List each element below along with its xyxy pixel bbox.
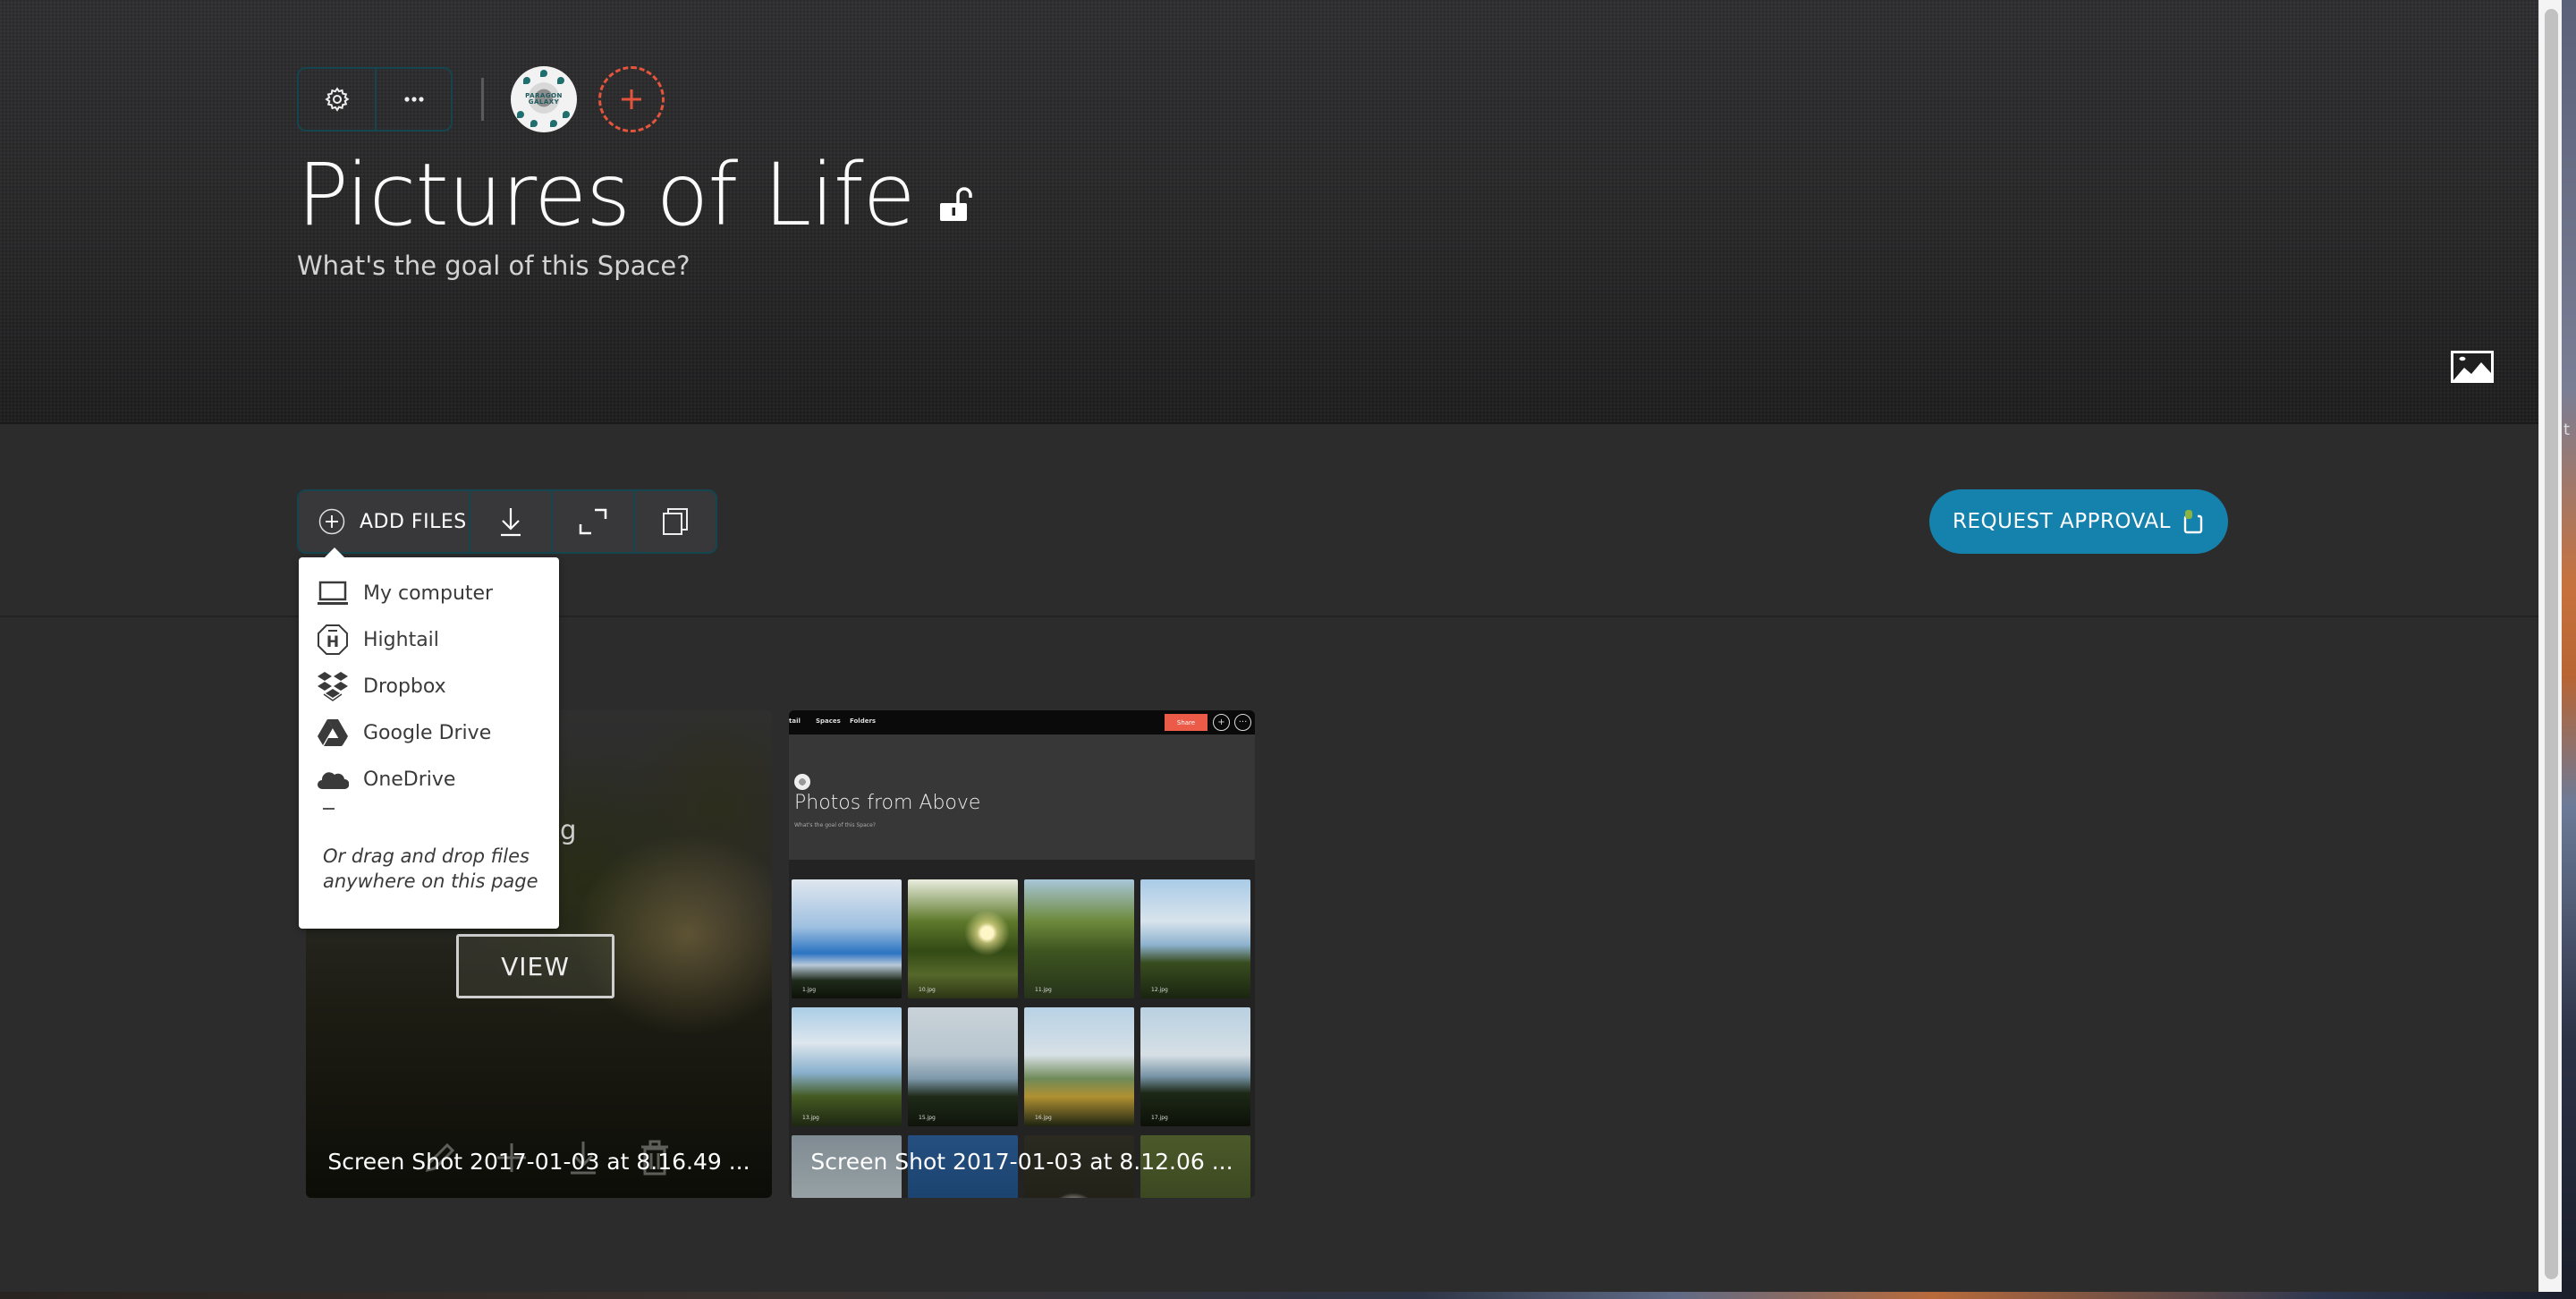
thumbnail-label: 16.jpg	[1035, 1115, 1052, 1121]
menu-item-google-drive[interactable]: Google Drive	[317, 715, 491, 751]
thumbnail-label: 13.jpg	[802, 1115, 819, 1121]
menu-item-hightail[interactable]: H Hightail	[317, 622, 439, 658]
card-hover-text: g	[560, 815, 577, 845]
plus-circle-icon	[318, 508, 345, 535]
thumbnail-label: 1.jpg	[802, 987, 817, 993]
dropbox-icon	[317, 670, 349, 702]
change-cover-image-button[interactable]	[2450, 350, 2495, 384]
avatar-decoration	[557, 77, 564, 84]
request-approval-label: REQUEST APPROVAL	[1953, 510, 2171, 533]
add-files-label: ADD FILES	[360, 510, 467, 533]
download-all-button[interactable]	[469, 491, 551, 552]
add-files-button[interactable]: ADD FILES	[299, 491, 469, 552]
download-icon	[501, 508, 521, 537]
preview-share-button: Share	[1165, 714, 1208, 731]
space-title[interactable]: Pictures of Life	[297, 146, 916, 244]
avatar-decoration	[523, 77, 530, 84]
menu-item-label: Google Drive	[363, 721, 492, 744]
gear-icon	[324, 87, 350, 112]
preview-plus-icon: +	[1213, 714, 1230, 731]
preview-header: Photos from Above What's the goal of thi…	[789, 734, 1255, 860]
menu-item-label: OneDrive	[363, 768, 456, 791]
preview-nav: tail Spaces Folders Share + ···	[789, 710, 1255, 734]
plus-icon	[622, 89, 641, 109]
preview-thumbnail: 15.jpg	[908, 1007, 1018, 1126]
copy-icon	[663, 508, 688, 535]
preview-thumbnail: 12.jpg	[1140, 879, 1250, 998]
view-button[interactable]: VIEW	[456, 934, 614, 998]
avatar-decoration	[517, 111, 524, 118]
avatar-decoration	[550, 120, 557, 127]
avatar-text: PARAGON GALAXY	[525, 92, 563, 106]
drag-drop-hint: Or drag and drop files anywhere on this …	[323, 845, 538, 892]
add-files-menu: My computer H Hightail Dropbox Google Dr…	[299, 548, 559, 929]
files-toolbar: ADD FILES	[297, 489, 717, 554]
desktop-edge-text: t	[2563, 420, 2571, 439]
toolbar-divider	[481, 78, 484, 121]
unlocked-padlock-icon[interactable]	[938, 187, 972, 223]
preview-thumbnail: 16.jpg	[1024, 1007, 1134, 1126]
menu-item-onedrive[interactable]: OneDrive	[317, 761, 455, 797]
google-drive-icon	[317, 717, 349, 749]
thumbnail-label: 12.jpg	[1151, 987, 1168, 993]
ellipsis-icon	[403, 97, 424, 102]
settings-button[interactable]	[299, 69, 375, 130]
menu-separator	[323, 808, 335, 810]
header-toolbar: PARAGON GALAXY	[297, 66, 665, 132]
desktop-background	[2562, 0, 2576, 1299]
copy-button[interactable]	[633, 491, 716, 552]
preview-thumbnail: 17.jpg	[1140, 1007, 1250, 1126]
approval-status-icon	[2183, 510, 2203, 534]
svg-text:H: H	[326, 633, 339, 651]
thumbnail-label: 11.jpg	[1035, 987, 1052, 993]
preview-nav-item: Spaces	[816, 717, 841, 725]
thumbnail-label: 15.jpg	[919, 1115, 936, 1121]
add-member-button[interactable]	[598, 66, 665, 132]
title-row: Pictures of Life	[297, 146, 972, 244]
menu-item-label: Dropbox	[363, 675, 446, 698]
preview-title: Photos from Above	[794, 792, 981, 814]
hightail-icon: H	[317, 624, 349, 656]
preview-more-icon: ···	[1234, 714, 1251, 731]
file-card[interactable]: tail Spaces Folders Share + ··· Photos f…	[789, 710, 1255, 1198]
scrollbar-thumb[interactable]	[2545, 9, 2558, 1279]
image-icon	[2451, 351, 2494, 383]
menu-item-label: My computer	[363, 582, 494, 605]
member-avatar[interactable]: PARAGON GALAXY	[511, 66, 577, 132]
menu-item-my-computer[interactable]: My computer	[317, 575, 493, 611]
vertical-scrollbar[interactable]	[2538, 0, 2562, 1292]
thumbnail-label: 10.jpg	[919, 987, 936, 993]
onedrive-icon	[317, 763, 349, 795]
preview-avatar	[794, 774, 810, 790]
thumbnail-label: 17.jpg	[1151, 1115, 1168, 1121]
view-label: VIEW	[501, 951, 570, 981]
laptop-icon	[317, 577, 349, 609]
preview-thumbnail: 13.jpg	[792, 1007, 902, 1126]
file-name: Screen Shot 2017-01-03 at 8.16.49 ...	[327, 1149, 750, 1175]
preview-nav-item: tail	[789, 717, 801, 725]
avatar-decoration	[540, 70, 547, 77]
avatar-decoration	[530, 120, 538, 127]
preview-thumbnail: 1.jpg	[792, 879, 902, 998]
space-goal-field[interactable]: What's the goal of this Space?	[297, 250, 691, 281]
preview-thumbnail: 11.jpg	[1024, 879, 1134, 998]
avatar-decoration	[563, 111, 570, 118]
preview-nav-item: Folders	[850, 717, 877, 725]
request-approval-button[interactable]: REQUEST APPROVAL	[1929, 489, 2228, 554]
more-options-button[interactable]	[375, 69, 451, 130]
preview-thumbnail: 10.jpg	[908, 879, 1018, 998]
desktop-background	[0, 1292, 2576, 1299]
space-header: PARAGON GALAXY Pictures of Life What's t…	[0, 0, 2538, 424]
menu-item-label: Hightail	[363, 628, 439, 651]
fullscreen-button[interactable]	[551, 491, 633, 552]
menu-caret	[324, 548, 345, 558]
menu-item-dropbox[interactable]: Dropbox	[317, 668, 446, 704]
expand-icon	[579, 508, 607, 535]
file-name: Screen Shot 2017-01-03 at 8.12.06 ...	[810, 1149, 1233, 1175]
app-window: PARAGON GALAXY Pictures of Life What's t…	[0, 0, 2538, 1292]
space-actions-group	[297, 67, 453, 132]
preview-goal: What's the goal of this Space?	[794, 822, 876, 828]
